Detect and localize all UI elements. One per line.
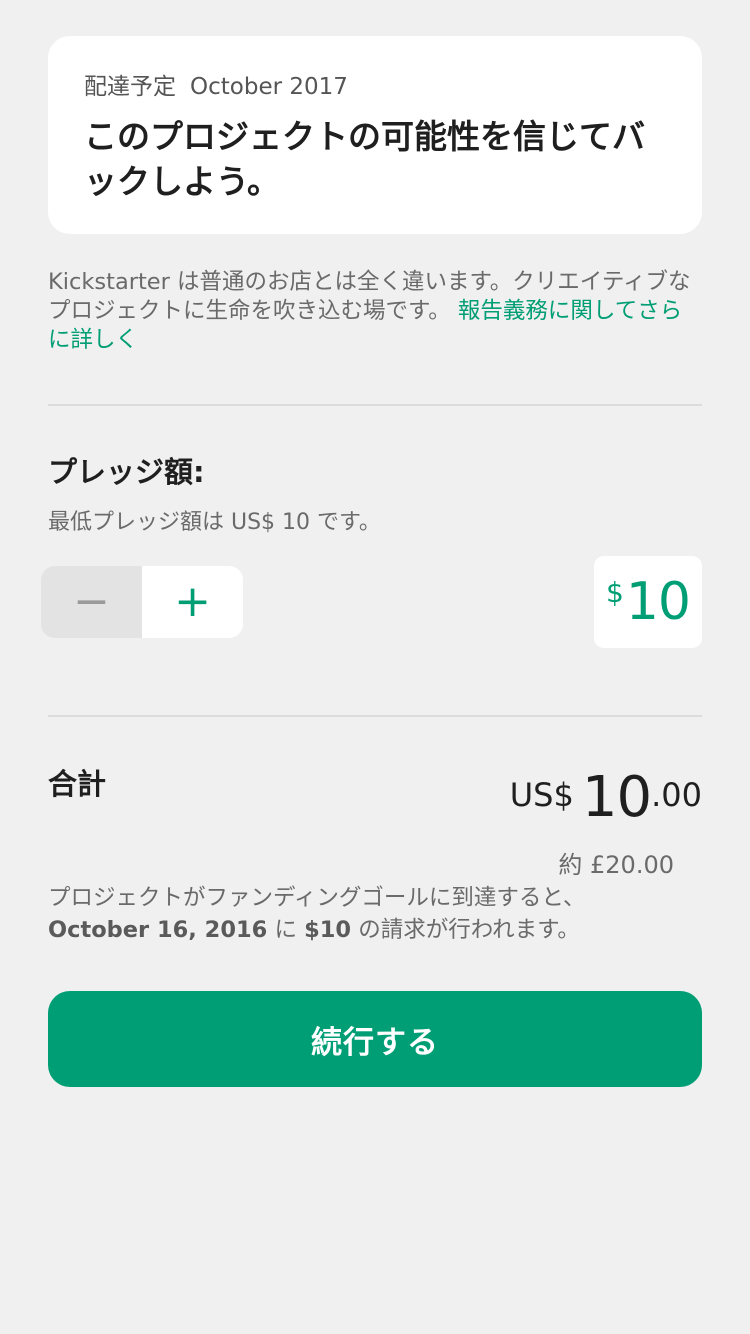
continue-button-label: 続行する bbox=[311, 1024, 439, 1061]
pledge-currency-symbol: $ bbox=[606, 576, 624, 609]
pledge-minimum-note: 最低プレッジ額は US$ 10 です。 bbox=[48, 510, 381, 535]
delivery-label: 配達予定 bbox=[84, 74, 176, 100]
charge-date: October 16, 2016 bbox=[48, 917, 268, 943]
approx-converted-amount: 約 £20.00 bbox=[558, 851, 674, 879]
info-text: Kickstarter は普通のお店とは全く違います。クリエイティブなプロジェク… bbox=[48, 268, 702, 355]
reward-card: 配達予定 October 2017 このプロジェクトの可能性を信じてバックしよう。 bbox=[48, 36, 702, 234]
minus-icon: − bbox=[73, 576, 110, 627]
total-amount-decimal: .00 bbox=[651, 776, 702, 814]
charge-suffix: の請求が行われます。 bbox=[351, 917, 580, 943]
pledge-amount-input[interactable]: $ 10 bbox=[594, 556, 702, 648]
total-label: 合計 bbox=[48, 767, 107, 801]
total-currency: US$ bbox=[509, 776, 574, 814]
continue-button[interactable]: 続行する bbox=[48, 991, 702, 1087]
pledge-stepper: − + bbox=[41, 566, 243, 638]
divider bbox=[48, 715, 702, 717]
delivery-date: October 2017 bbox=[190, 74, 348, 100]
charge-connector: に bbox=[267, 917, 305, 943]
pledge-amount-value: 10 bbox=[625, 572, 691, 632]
total-amount-integer: 10 bbox=[581, 765, 652, 830]
increment-button[interactable]: + bbox=[142, 566, 243, 638]
total-amount: US$ 10 .00 bbox=[510, 766, 702, 830]
reward-title: このプロジェクトの可能性を信じてバックしよう。 bbox=[84, 117, 645, 201]
pledge-label: プレッジ額: bbox=[48, 455, 205, 489]
charge-amount: $10 bbox=[304, 917, 352, 943]
delivery-info: 配達予定 October 2017 bbox=[84, 72, 666, 102]
charge-note: プロジェクトがファンディングゴールに到達すると、 October 16, 201… bbox=[48, 882, 702, 946]
decrement-button[interactable]: − bbox=[41, 566, 142, 638]
divider bbox=[48, 404, 702, 406]
charge-note-line1: プロジェクトがファンディングゴールに到達すると、 bbox=[48, 885, 586, 911]
plus-icon: + bbox=[174, 576, 211, 627]
